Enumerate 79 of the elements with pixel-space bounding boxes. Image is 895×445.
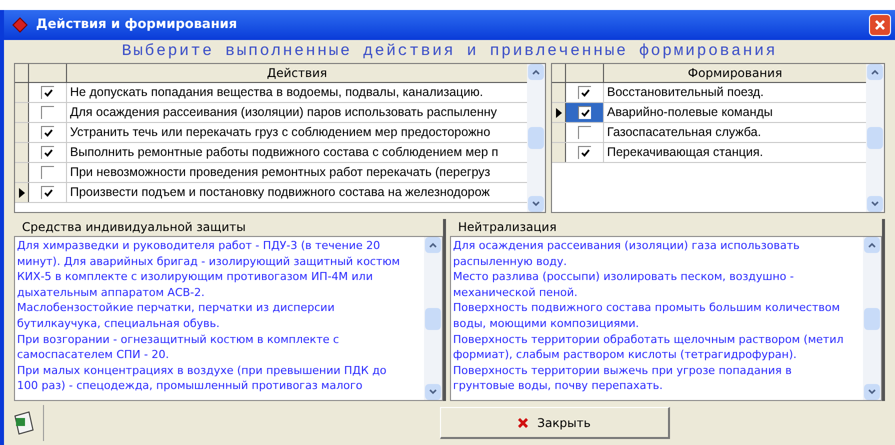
panel-title: Средства индивидуальной защиты bbox=[21, 219, 247, 236]
row-selector[interactable] bbox=[15, 103, 29, 122]
checkbox[interactable] bbox=[41, 86, 54, 99]
scroll-up-icon[interactable] bbox=[867, 64, 883, 80]
memo-line: Поверхность территории выжечь при угрозе попадания в bbox=[453, 362, 793, 378]
row-selector[interactable] bbox=[15, 83, 29, 102]
row-pointer-icon bbox=[556, 108, 562, 118]
checkbox[interactable] bbox=[578, 86, 591, 99]
checkbox[interactable] bbox=[41, 126, 54, 139]
checkbox[interactable] bbox=[41, 186, 54, 199]
scrollbar[interactable] bbox=[424, 237, 442, 400]
row-selector[interactable] bbox=[552, 103, 566, 122]
memo-line: 100 раз) - спецодежда, промышленный противогаз малого bbox=[17, 378, 364, 394]
scroll-down-icon[interactable] bbox=[867, 196, 883, 212]
close-icon bbox=[874, 19, 886, 31]
heading: Выберите выполненные действия и привлеченные формирования bbox=[120, 41, 778, 62]
memo-line: самоспасателем СПИ - 20. bbox=[17, 347, 170, 363]
table-cell-text: Перекачивающая станция. bbox=[606, 144, 764, 161]
scrollbar[interactable] bbox=[866, 64, 884, 212]
memo-line: бутилкаучука, специальная обувь. bbox=[17, 316, 221, 332]
table-cell-text: Аварийно-полевые команды bbox=[606, 104, 774, 121]
row-selector[interactable] bbox=[15, 123, 29, 142]
memo-line: Для химразведки и руководителя работ - ПДУ-3 (в течение 20 bbox=[17, 238, 382, 254]
row-pointer-icon bbox=[18, 188, 24, 198]
row-selector[interactable] bbox=[15, 163, 29, 182]
memo-line: КИХ-5 в комплекте с изолирующим противогазом ИП-4М или bbox=[17, 269, 374, 285]
close-button[interactable] bbox=[869, 14, 891, 36]
memo-line: механической пеной. bbox=[453, 284, 579, 300]
memo-line: Поверхность подвижного состава промыть большим количеством bbox=[453, 300, 841, 316]
memo-line: Для осаждения рассеивания (изоляции) газа использовать bbox=[453, 238, 801, 254]
diamond-icon bbox=[12, 17, 28, 33]
row-selector[interactable] bbox=[15, 183, 29, 202]
scroll-up-icon[interactable] bbox=[425, 237, 441, 253]
memo-line: дыхательным аппаратом АСВ-2. bbox=[17, 284, 206, 300]
memo-line: формиат), слабым раствором кислоты (тетрагидрофуран). bbox=[453, 347, 798, 363]
table-cell-text: Для осаждения рассеивания (изоляции) паров использовать распыленну bbox=[69, 104, 498, 121]
panel-title: Нейтрализация bbox=[457, 219, 558, 236]
table-cell-text: Не допускать попадания вещества в водоемы, подвалы, канализацию. bbox=[69, 84, 484, 101]
table-cell-text: Газоспасательная служба. bbox=[606, 124, 762, 141]
row-selector[interactable] bbox=[15, 143, 29, 162]
table-cell-text: Восстановительный поезд. bbox=[606, 84, 765, 101]
table-cell-text: Произвести подъем и постановку подвижного состава на железнодорож bbox=[69, 184, 491, 201]
scroll-up-icon[interactable] bbox=[528, 64, 544, 80]
memo-line: минут). Для аварийных бригад - изолирующий защитный костюм bbox=[17, 254, 401, 270]
memo-line: При малых концентрациях в воздухе (при превышении ПДК до bbox=[17, 362, 388, 378]
close-dialog-button[interactable]: Закрыть bbox=[440, 407, 670, 439]
table-cell-text: Выполнить ремонтные работы подвижного состава с соблюдением мер п bbox=[69, 144, 500, 161]
row-selector[interactable] bbox=[552, 83, 566, 102]
column-header: Действия bbox=[266, 65, 328, 82]
scroll-down-icon[interactable] bbox=[864, 384, 880, 400]
window-title: Действия и формирования bbox=[36, 16, 238, 34]
memo-line: Поверхность территории обработать щелочным раствором (метил bbox=[453, 332, 844, 348]
scrollbar[interactable] bbox=[863, 237, 881, 400]
scroll-thumb[interactable] bbox=[528, 127, 544, 149]
checkbox[interactable] bbox=[578, 146, 591, 159]
cross-icon bbox=[517, 416, 530, 428]
checkbox[interactable] bbox=[41, 106, 54, 119]
table-cell-text: При невозможности проведения ремонтных работ перекачать (перегруз bbox=[69, 164, 492, 181]
table-cell-text: Устранить течь или перекачать груз с соблюдением мер предосторожно bbox=[69, 124, 492, 141]
scroll-thumb[interactable] bbox=[867, 127, 883, 149]
memo-line: распыленную воду. bbox=[453, 254, 568, 270]
scroll-down-icon[interactable] bbox=[528, 196, 544, 212]
scroll-down-icon[interactable] bbox=[425, 384, 441, 400]
scroll-thumb[interactable] bbox=[425, 308, 441, 330]
scroll-thumb[interactable] bbox=[864, 308, 880, 330]
checkbox[interactable] bbox=[41, 146, 54, 159]
checkbox[interactable] bbox=[578, 126, 591, 139]
memo-line: Маслобензостойкие перчатки, перчатки из дисперсии bbox=[17, 300, 336, 316]
memo-line: грунтовые воды, почву перепахать. bbox=[453, 378, 664, 394]
checkbox[interactable] bbox=[41, 166, 54, 179]
memo-line: воды, моющими композициями. bbox=[453, 316, 640, 332]
column-header: Формирования bbox=[686, 65, 784, 82]
scrollbar[interactable] bbox=[527, 64, 545, 212]
scroll-up-icon[interactable] bbox=[864, 237, 880, 253]
memo-line: Место разлива (россыпи) изолировать песком, воздушно - bbox=[453, 269, 795, 285]
row-selector[interactable] bbox=[552, 123, 566, 142]
row-selector[interactable] bbox=[552, 143, 566, 162]
checkbox[interactable] bbox=[578, 106, 591, 119]
memo-line: При возгорании - огнезащитный костюм в комплекте с bbox=[17, 332, 340, 348]
